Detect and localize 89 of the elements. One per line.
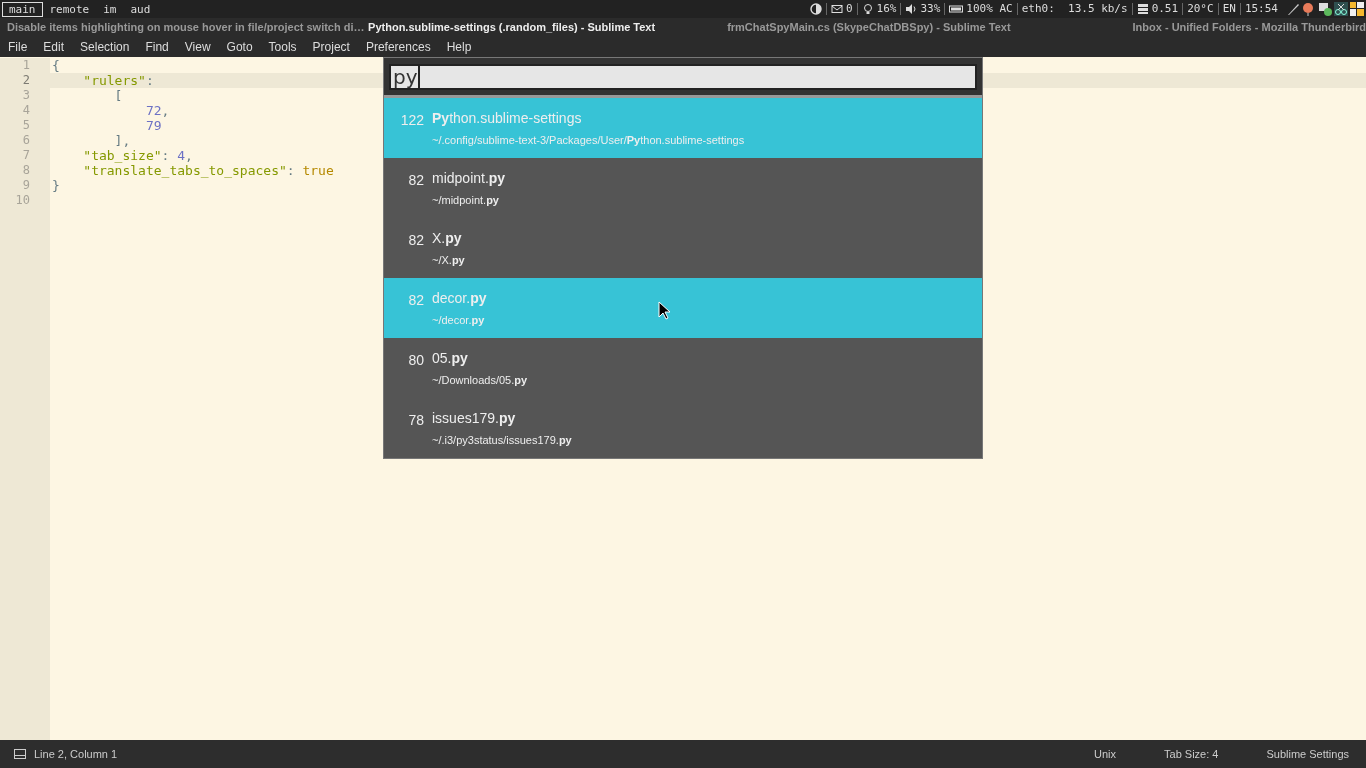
window-title[interactable]: Inbox - Unified Folders - Mozilla Thunderbird [1130,21,1366,33]
menu-item[interactable]: Edit [37,39,71,54]
pen-icon [1286,2,1300,16]
menu-item[interactable]: File [2,39,34,54]
workspace-button[interactable]: im [96,1,124,17]
tab-size[interactable]: Tab Size: 4 [1164,748,1219,760]
tiles-icon [1350,2,1364,16]
menu-item[interactable]: Help [440,39,478,54]
line-number: 8 [22,163,31,178]
line-number: 2 [22,73,31,88]
workspace-button[interactable]: remote [42,1,97,17]
line-number: 4 [22,103,31,118]
mouse-pointer-icon [658,301,670,320]
match-score: 80 [407,351,425,370]
balloon-icon [1302,2,1316,16]
file-path: ~/decor.py [432,313,486,326]
line-number: 7 [22,148,31,163]
envelope-icon [830,3,843,15]
file-name: issues179.py [432,409,517,428]
file-path: ~/.i3/py3status/issues179.py [432,433,572,446]
chat-icon [1318,2,1332,16]
scissors-icon [1334,2,1348,16]
workspace-button[interactable]: aud [123,1,158,17]
menu-item[interactable]: Project [306,39,356,54]
code-token: "translate_tabs_to_spaces" [82,163,287,178]
file-name: decor.py [432,289,487,308]
window-title[interactable]: frmChatSpyMain.cs (SkypeChatDBSpy) - Sublime Text [725,21,1011,33]
code-token: : [145,73,154,88]
workspace-button[interactable]: main [2,1,43,17]
code-token: 4 [177,148,186,163]
file-path: ~/X.py [432,253,465,266]
syntax-name[interactable]: Sublime Settings [1266,748,1349,760]
line-number: 10 [15,193,31,208]
match-score: 82 [407,171,425,190]
speaker-icon [905,3,918,15]
menu-item[interactable]: Goto [220,39,259,54]
line-number: 1 [22,58,31,73]
line-number: 9 [22,178,31,193]
code-token: 79 [144,118,162,133]
battery-icon [949,3,964,15]
file-name: Python.sublime-settings [432,109,583,128]
match-score: 78 [407,411,425,430]
search-field[interactable]: py [389,64,977,90]
line-number: 5 [22,118,31,133]
menu-item[interactable]: View [178,39,217,54]
status-text: 0 [845,3,853,15]
status-text: 16% [876,3,897,15]
file-path: ~/.config/sublime-text-3/Packages/User/Python.sublime-settings [432,133,745,146]
file-name: X.py [432,229,463,248]
status-text: 100% AC [966,3,1013,15]
menu-item[interactable]: Selection [74,39,136,54]
line-number: 3 [22,88,31,103]
match-score: 82 [407,231,425,250]
panel-icon [14,749,26,759]
status-text: eth0: 13.5 kb/s [1021,3,1128,15]
status-text: 33% [920,3,941,15]
code-token: } [52,178,60,193]
window-title[interactable]: Python.sublime-settings (.random_files) - Sublime Text [366,21,656,33]
code-token: , [185,148,193,163]
menu-item[interactable]: Find [139,39,175,54]
status-text: 20°C [1187,3,1214,15]
menu-item[interactable]: Tools [262,39,303,54]
status-text: EN [1222,3,1236,15]
file-name: midpoint.py [432,169,506,188]
line-endings[interactable]: Unix [1094,748,1117,760]
code-token: , [161,103,170,118]
code-token: : [161,148,171,163]
line-number: 6 [22,133,31,148]
code-token: "tab_size" [82,148,162,163]
file-path: ~/midpoint.py [432,193,500,206]
menu-item[interactable]: Preferences [359,39,437,54]
code-token: 72 [144,103,162,118]
code-token: [ [113,88,123,103]
file-path: ~/Downloads/05.py [432,373,528,386]
code-token: : [286,163,296,178]
contrast-icon [809,3,822,15]
code-token: "rulers" [82,73,146,88]
match-score: 82 [407,291,425,310]
window-title[interactable]: Disable items highlighting on mouse hover in file/project switch di… [5,21,365,33]
status-text: 0.51 [1151,3,1179,15]
cursor-position: Line 2, Column 1 [34,748,118,760]
code-token: ], [113,133,131,148]
bulb-icon [861,3,874,15]
server-icon [1136,3,1149,15]
file-name: 05.py [432,349,469,368]
match-score: 122 [399,111,425,130]
code-token: true [302,163,334,178]
code-token: { [52,58,60,73]
status-text: 15:54 [1244,3,1278,15]
